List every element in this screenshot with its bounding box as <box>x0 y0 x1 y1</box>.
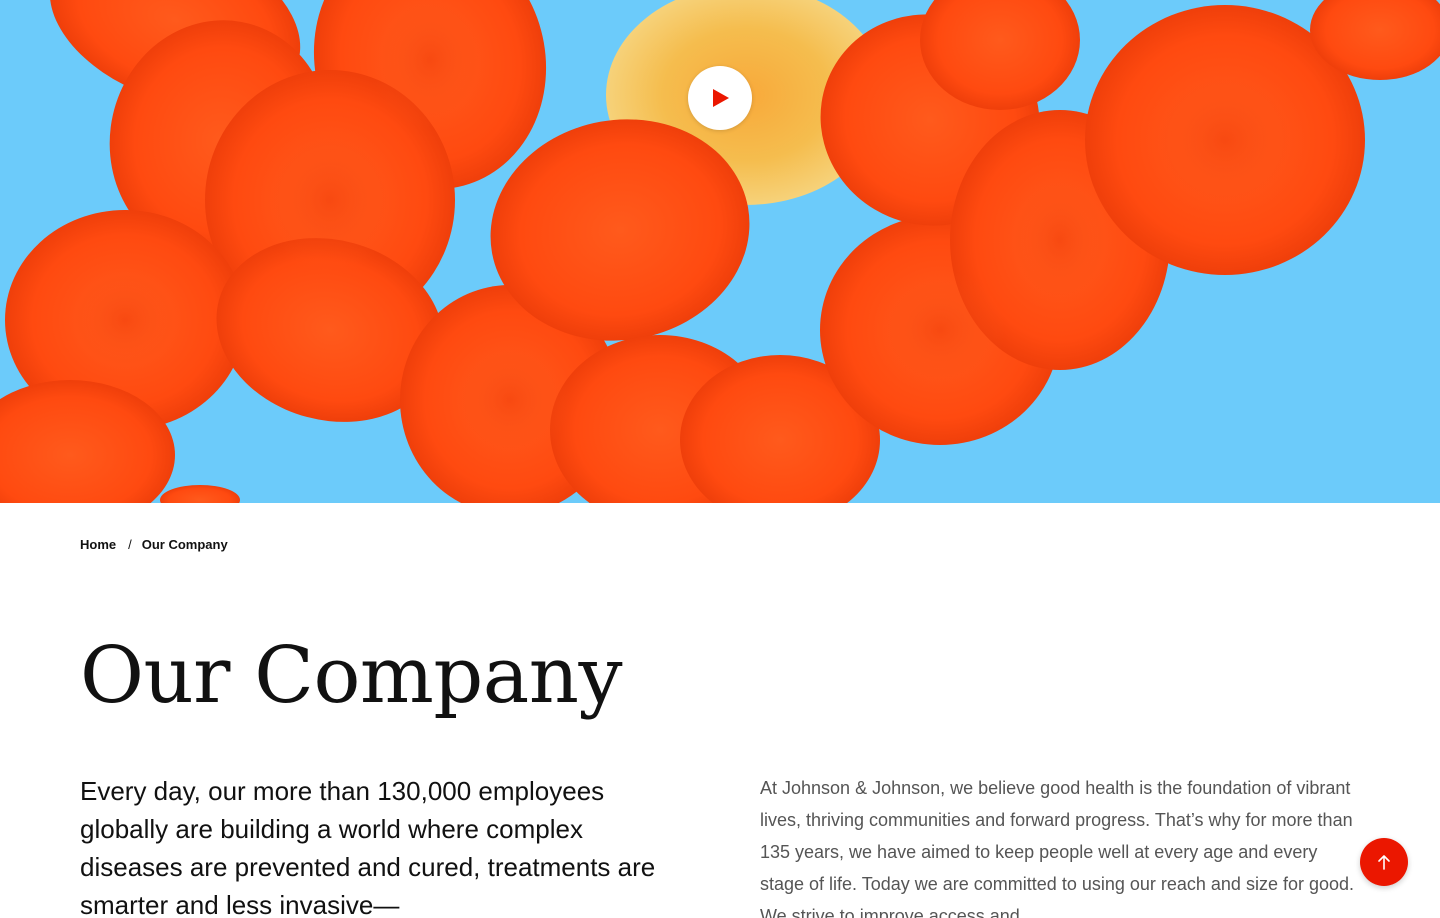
breadcrumb-current: Our Company <box>141 537 228 552</box>
hero-video[interactable] <box>0 0 1440 503</box>
breadcrumb-separator: / <box>128 537 132 552</box>
breadcrumb-home-link[interactable]: Home <box>80 537 116 552</box>
play-icon <box>713 89 729 107</box>
lead-paragraph: Every day, our more than 130,000 employe… <box>80 776 656 918</box>
play-button[interactable] <box>688 66 752 130</box>
arrow-up-icon <box>1378 855 1390 870</box>
breadcrumb: Home / Our Company <box>80 537 228 552</box>
page-title: Our Company <box>80 631 623 721</box>
body-paragraph: At Johnson & Johnson, we believe good he… <box>760 778 1354 918</box>
page: Home / Our Company Our Company Every day… <box>0 0 1440 918</box>
scroll-to-top-button[interactable] <box>1360 838 1408 886</box>
